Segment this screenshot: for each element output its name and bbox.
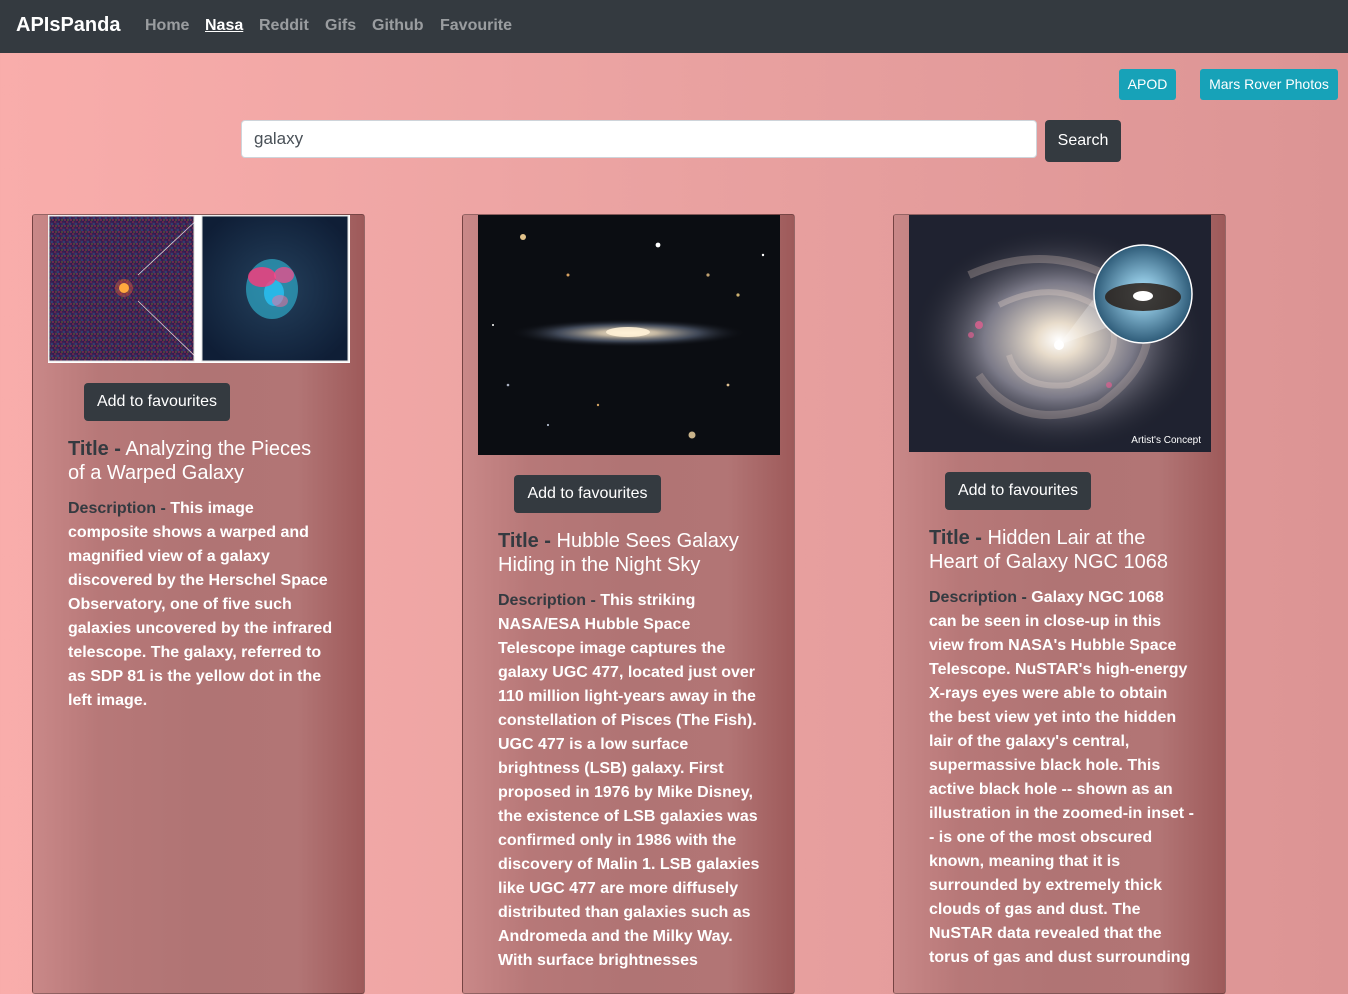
result-card-2: Add to favourites Title - Hubble Sees Ga… xyxy=(462,214,795,994)
navbar: APIsPanda Home Nasa Reddit Gifs Github F… xyxy=(0,0,1348,53)
search-input[interactable] xyxy=(241,120,1037,158)
nav-link-gifs[interactable]: Gifs xyxy=(325,16,356,36)
card-description: Description - This striking NASA/ESA Hub… xyxy=(498,589,763,973)
title-label: Title - xyxy=(68,438,121,460)
nav-link-home[interactable]: Home xyxy=(145,16,189,36)
card-title: Title - Analyzing the Pieces of a Warped… xyxy=(68,437,333,485)
result-card-1: Add to favourites Title - Analyzing the … xyxy=(32,214,365,994)
description-text: This image composite shows a warped and … xyxy=(68,500,333,709)
mars-rover-photos-button[interactable]: Mars Rover Photos xyxy=(1200,69,1338,100)
card-description: Description - This image composite shows… xyxy=(68,497,333,713)
card-image-sdp81 xyxy=(48,215,350,363)
nav-link-reddit[interactable]: Reddit xyxy=(259,16,309,36)
description-label: Description - xyxy=(929,589,1027,606)
title-label: Title - xyxy=(498,530,551,552)
nav-link-favourite[interactable]: Favourite xyxy=(440,16,512,36)
brand-logo[interactable]: APIsPanda xyxy=(16,13,120,37)
description-label: Description - xyxy=(68,500,166,517)
title-label: Title - xyxy=(929,527,982,549)
card-image-ugc477 xyxy=(478,215,780,455)
description-text: This striking NASA/ESA Hubble Space Tele… xyxy=(498,592,760,969)
card-title: Title - Hubble Sees Galaxy Hiding in the… xyxy=(498,529,763,577)
search-button[interactable]: Search xyxy=(1045,120,1121,162)
card-image-ngc1068: Artist's Concept xyxy=(909,215,1211,452)
apod-button[interactable]: APOD xyxy=(1119,69,1176,100)
description-text: Galaxy NGC 1068 can be seen in close-up … xyxy=(929,589,1194,966)
description-label: Description - xyxy=(498,592,596,609)
add-to-favourites-button[interactable]: Add to favourites xyxy=(945,472,1091,510)
add-to-favourites-button[interactable]: Add to favourites xyxy=(84,383,230,421)
image-caption: Artist's Concept xyxy=(1131,435,1201,446)
result-card-3: Artist's Concept Add to favourites Title… xyxy=(893,214,1226,994)
nav-link-nasa[interactable]: Nasa xyxy=(205,16,243,36)
nav-link-github[interactable]: Github xyxy=(372,16,424,36)
add-to-favourites-button[interactable]: Add to favourites xyxy=(514,475,661,513)
card-title: Title - Hidden Lair at the Heart of Gala… xyxy=(929,526,1194,574)
card-description: Description - Galaxy NGC 1068 can be see… xyxy=(929,586,1194,970)
